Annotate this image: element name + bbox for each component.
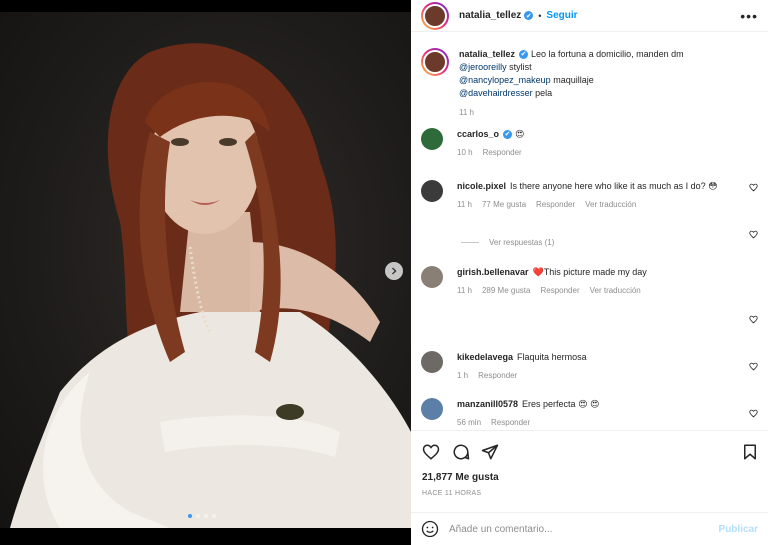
next-photo-button[interactable]	[385, 262, 403, 280]
comment-time[interactable]: 11 h	[457, 198, 472, 211]
post-header: natalia_tellez ✔ • Seguir •••	[411, 0, 768, 32]
comment-heart-icon[interactable]	[749, 362, 758, 371]
mention-role: stylist	[506, 62, 532, 72]
comment-likes[interactable]: 77 Me gusta	[482, 198, 526, 211]
mention-role: pela	[532, 88, 553, 98]
likes-count[interactable]: 21,877 Me gusta	[422, 472, 499, 483]
reply-button[interactable]: Responder	[491, 416, 530, 429]
comment-likes[interactable]: 289 Me gusta	[482, 284, 530, 297]
comment-emoji: 😍	[515, 129, 525, 139]
comment-emoji: 😳	[708, 181, 718, 191]
comment-heart-icon[interactable]	[749, 230, 758, 239]
mention-link[interactable]: @davehairdresser	[459, 88, 533, 98]
carousel-dot	[188, 514, 192, 518]
commenter-avatar[interactable]	[421, 266, 443, 288]
commenter-avatar[interactable]	[421, 128, 443, 150]
comment-meta: 11 h 289 Me gusta Responder Ver traducción	[457, 284, 766, 297]
comment-text: This picture made my day	[543, 267, 647, 277]
comment-time[interactable]: 11 h	[457, 284, 472, 297]
comment-meta: 56 min Responder	[457, 416, 766, 429]
carousel-dot	[212, 514, 216, 518]
view-replies-button[interactable]: Ver respuestas (1)	[461, 238, 554, 247]
verified-badge-icon: ✔	[503, 130, 513, 140]
translate-button[interactable]: Ver traducción	[585, 198, 636, 211]
verified-badge-icon: ✔	[519, 50, 529, 60]
comment-emoji: 😍 😍	[578, 399, 600, 409]
commenter-avatar[interactable]	[421, 351, 443, 373]
author-avatar[interactable]	[421, 48, 449, 76]
mention-role: maquillaje	[550, 75, 594, 85]
post-media-area	[0, 0, 411, 545]
publish-button[interactable]: Publicar	[719, 524, 758, 535]
commenter-username[interactable]: kikedelavega	[457, 352, 513, 362]
dot-separator: •	[538, 10, 542, 21]
reply-button[interactable]: Responder	[540, 284, 579, 297]
caption-text: Leo la fortuna a domicilio, manden dm	[531, 49, 684, 59]
comments-list[interactable]: natalia_tellez ✔ Leo la fortuna a domicili…	[411, 40, 768, 430]
post-time-ago[interactable]: HACE 11 HORAS	[422, 490, 481, 497]
author-username[interactable]: natalia_tellez	[459, 10, 521, 21]
comment-row: manzanill0578 Eres perfecta 😍 😍 56 min Resp…	[421, 398, 766, 429]
heart-icon[interactable]	[422, 443, 440, 461]
caption: natalia_tellez ✔ Leo la fortuna a domicili…	[421, 48, 766, 119]
comment-time[interactable]: 56 min	[457, 416, 481, 429]
reply-button[interactable]: Responder	[536, 198, 575, 211]
caption-time[interactable]: 11 h	[459, 106, 474, 119]
verified-badge-icon: ✔	[524, 11, 534, 20]
comment-text: Is there anyone here who like it as much…	[510, 181, 706, 191]
post-side-panel: natalia_tellez ✔ • Seguir ••• natalia_te…	[411, 0, 768, 545]
portrait-illustration	[10, 43, 411, 528]
follow-button[interactable]: Seguir	[546, 10, 577, 21]
carousel-dot	[204, 514, 208, 518]
comment-row: girish.bellenavar ❤️This picture made my …	[421, 266, 766, 297]
comment-time[interactable]: 1 h	[457, 369, 468, 382]
mention-link[interactable]: @nancylopez_makeup	[459, 75, 551, 85]
more-options-icon[interactable]: •••	[740, 8, 758, 24]
replies-divider	[461, 242, 479, 243]
translate-button[interactable]: Ver traducción	[590, 284, 641, 297]
comment-heart-icon[interactable]	[749, 409, 758, 418]
comment-time[interactable]: 10 h	[457, 146, 473, 159]
comment-icon[interactable]	[452, 443, 470, 461]
caption-username[interactable]: natalia_tellez	[459, 49, 515, 59]
carousel-dot	[196, 514, 200, 518]
post-actions-bar	[411, 430, 768, 470]
comment-row: ccarlos_o ✔ 😍 10 h Responder	[421, 128, 766, 159]
author-avatar[interactable]	[421, 1, 449, 30]
comment-emoji: ❤️	[532, 267, 544, 277]
comment-meta: 10 h Responder	[457, 146, 766, 159]
comment-text: Flaquita hermosa	[517, 352, 587, 362]
share-icon[interactable]	[481, 443, 499, 461]
view-replies-label: Ver respuestas (1)	[489, 238, 555, 247]
commenter-avatar[interactable]	[421, 180, 443, 202]
mention-link[interactable]: @jerooreilly	[459, 62, 507, 72]
commenter-username[interactable]: girish.bellenavar	[457, 267, 529, 277]
post-photo[interactable]	[0, 12, 411, 528]
commenter-username[interactable]: manzanill0578	[457, 399, 518, 409]
comment-text: Eres perfecta	[522, 399, 576, 409]
comment-row: kikedelavega Flaquita hermosa 1 h Responder	[421, 351, 766, 382]
reply-button[interactable]: Responder	[483, 146, 522, 159]
comment-meta: 1 h Responder	[457, 369, 766, 382]
carousel-indicator	[188, 514, 216, 518]
comment-meta: 11 h 77 Me gusta Responder Ver traducción	[457, 198, 766, 211]
commenter-username[interactable]: ccarlos_o	[457, 129, 499, 139]
smiley-icon[interactable]	[421, 520, 439, 538]
chevron-right-icon	[392, 267, 397, 275]
commenter-avatar[interactable]	[421, 398, 443, 420]
comment-input[interactable]	[449, 523, 719, 535]
add-comment-bar: Publicar	[411, 512, 768, 545]
commenter-username[interactable]: nicole.pixel	[457, 181, 506, 191]
comment-heart-icon[interactable]	[749, 315, 758, 324]
bookmark-icon[interactable]	[741, 443, 759, 461]
comment-row: nicole.pixel Is there anyone here who lik…	[421, 180, 766, 211]
reply-button[interactable]: Responder	[478, 369, 517, 382]
